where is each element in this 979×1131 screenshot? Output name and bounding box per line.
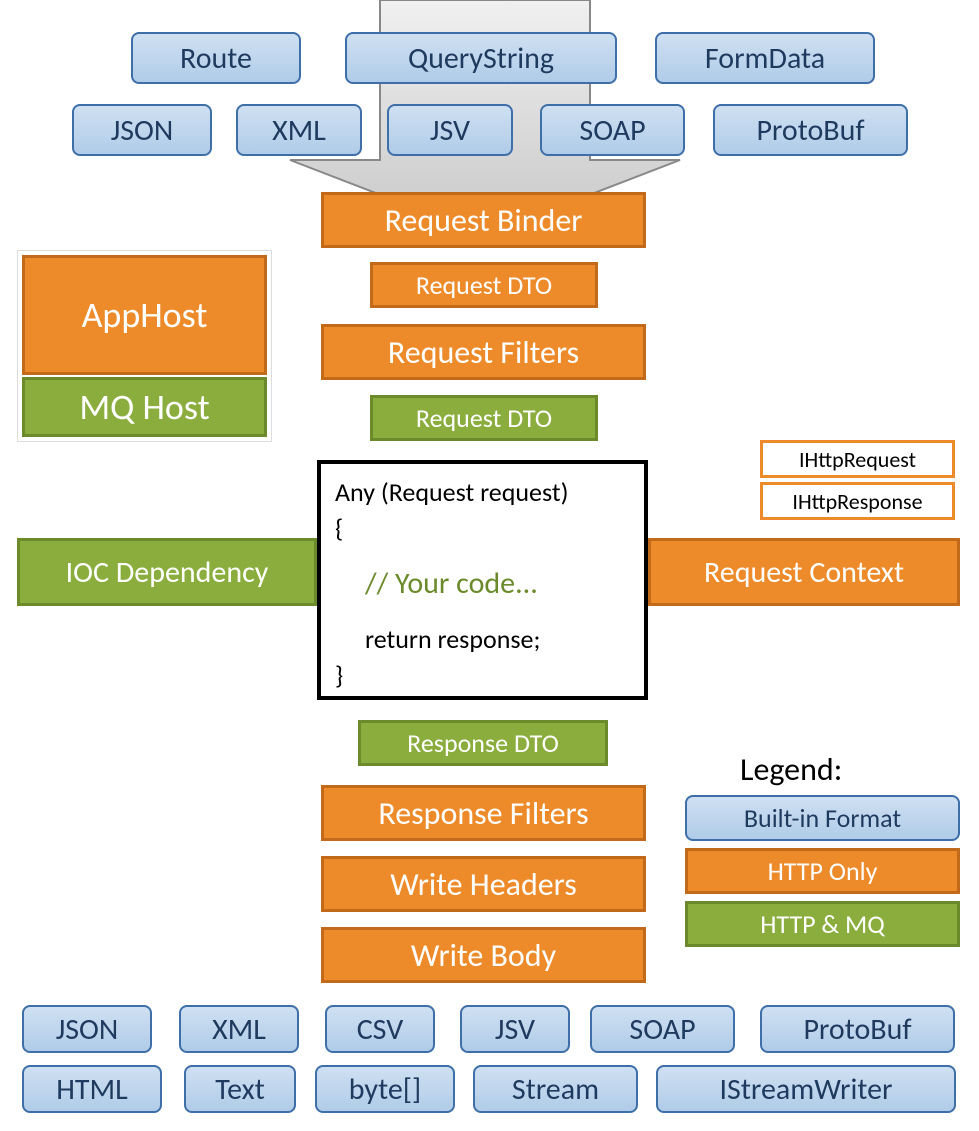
output-istreamwriter: IStreamWriter xyxy=(656,1065,956,1113)
write-body-box: Write Body xyxy=(321,927,646,983)
input-route: Route xyxy=(131,32,301,84)
output-csv: CSV xyxy=(325,1005,435,1053)
output-bytearr: byte[] xyxy=(315,1065,455,1113)
code-box: Any (Request request) { // Your code... … xyxy=(317,460,648,700)
code-line-return: return response; xyxy=(365,621,630,657)
input-xml: XML xyxy=(236,104,362,156)
hosts-container: AppHost MQ Host xyxy=(17,250,272,442)
input-json: JSON xyxy=(72,104,212,156)
code-line-signature: Any (Request request) xyxy=(335,474,630,510)
output-html: HTML xyxy=(22,1065,162,1113)
code-line-close-brace: } xyxy=(335,657,630,693)
request-dto-2-box: Request DTO xyxy=(370,395,598,441)
request-filters-box: Request Filters xyxy=(321,324,646,380)
output-soap: SOAP xyxy=(590,1005,735,1053)
legend-http-mq: HTTP & MQ xyxy=(685,901,960,947)
ioc-dependency-box: IOC Dependency xyxy=(17,538,317,606)
input-protobuf: ProtoBuf xyxy=(713,104,908,156)
legend-builtin: Built-in Format xyxy=(685,795,960,841)
code-line-open-brace: { xyxy=(335,510,630,546)
mqhost-box: MQ Host xyxy=(22,377,267,437)
apphost-box: AppHost xyxy=(22,255,267,375)
ihttpresponse-box: IHttpResponse xyxy=(760,482,955,520)
response-filters-box: Response Filters xyxy=(321,785,646,841)
output-xml: XML xyxy=(179,1005,299,1053)
output-text: Text xyxy=(184,1065,296,1113)
write-headers-box: Write Headers xyxy=(321,856,646,912)
request-binder-box: Request Binder xyxy=(321,192,646,248)
output-stream: Stream xyxy=(473,1065,638,1113)
legend-http-only: HTTP Only xyxy=(685,848,960,894)
code-line-comment: // Your code... xyxy=(365,563,630,605)
request-dto-1-box: Request DTO xyxy=(370,262,598,308)
output-protobuf: ProtoBuf xyxy=(760,1005,955,1053)
output-json: JSON xyxy=(22,1005,152,1053)
request-context-box: Request Context xyxy=(648,538,960,606)
input-querystring: QueryString xyxy=(345,32,617,84)
ihttprequest-box: IHttpRequest xyxy=(760,440,955,478)
legend-title: Legend: xyxy=(740,750,842,789)
input-jsv: JSV xyxy=(387,104,513,156)
input-soap: SOAP xyxy=(540,104,685,156)
input-formdata: FormData xyxy=(655,32,875,84)
output-jsv: JSV xyxy=(460,1005,570,1053)
response-dto-box: Response DTO xyxy=(358,720,608,766)
